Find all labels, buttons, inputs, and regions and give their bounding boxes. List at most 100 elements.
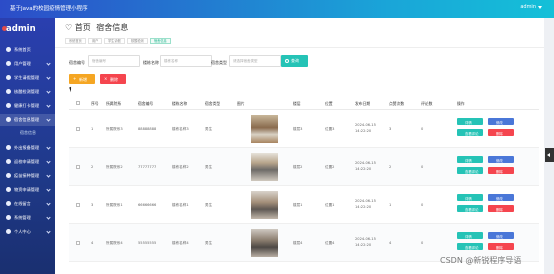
column-header: 发布日期	[355, 101, 371, 106]
cell-floor: 楼层3	[293, 127, 303, 131]
sidebar-item-leave[interactable]: 学生请假管理	[0, 72, 55, 84]
chevron-down-icon	[46, 173, 51, 178]
cell-index: 4	[91, 241, 94, 245]
delete-button[interactable]: × 删除	[100, 74, 126, 84]
chevron-down-icon	[46, 187, 51, 192]
breadcrumb-item[interactable]: 系统首页	[65, 38, 86, 44]
sidebar-item-test[interactable]: 核酸检测管理	[0, 86, 55, 98]
comment-button[interactable]: 查看评论	[457, 167, 483, 174]
row-delete-button[interactable]: 删除	[488, 205, 514, 212]
row-delete-button[interactable]: 删除	[488, 167, 514, 174]
breadcrumb-item[interactable]: 核酸检测	[127, 38, 148, 44]
detail-button[interactable]: 详情	[457, 156, 483, 163]
dorm-number-input[interactable]: 宿舍编号	[88, 55, 140, 67]
return-icon	[6, 159, 11, 164]
breadcrumb-item[interactable]: 用户	[88, 38, 103, 44]
cell-number: 77777777	[138, 165, 157, 169]
user-menu[interactable]: admin	[520, 4, 536, 10]
search-button[interactable]: 查询	[281, 55, 308, 67]
detail-button[interactable]: 详情	[457, 232, 483, 239]
select-all-checkbox[interactable]	[76, 101, 80, 105]
cell-dept: 所属院系1	[106, 203, 123, 207]
row-checkbox[interactable]	[76, 165, 80, 169]
home-icon	[6, 47, 11, 52]
cell-type: 男生	[205, 241, 213, 245]
heart-icon: ♡	[65, 23, 73, 32]
row-checkbox[interactable]	[76, 241, 80, 245]
gear-icon	[6, 215, 11, 220]
building-icon	[6, 117, 11, 122]
row-checkbox[interactable]	[76, 203, 80, 207]
dorm-photo	[251, 191, 278, 219]
filter-label: 楼栋名称	[143, 60, 159, 65]
cell-number: 88888888	[138, 127, 157, 131]
cell-index: 2	[91, 165, 94, 169]
comment-button[interactable]: 查看评论	[457, 205, 483, 212]
cell-dept: 所属院系2	[106, 165, 123, 169]
row-delete-button[interactable]: 删除	[488, 129, 514, 136]
cell-likes: 1	[389, 203, 392, 207]
chat-icon	[6, 201, 11, 206]
cell-position: 位置2	[325, 165, 335, 169]
row-checkbox[interactable]	[76, 127, 80, 131]
cell-likes: 4	[389, 241, 392, 245]
collapse-tab[interactable]	[545, 148, 554, 162]
user-icon	[6, 61, 11, 66]
edit-button[interactable]: 修改	[488, 156, 514, 163]
sidebar-subitem-dorm-info[interactable]: 宿舍信息	[20, 130, 36, 136]
cell-floor: 楼层1	[293, 203, 303, 207]
row-delete-button[interactable]: 删除	[488, 243, 514, 250]
breadcrumb-item[interactable]: 学生请假	[104, 38, 125, 44]
cell-date: 2024-06-15 14:22:20	[355, 199, 376, 209]
divider	[55, 47, 544, 48]
sidebar-item-supply[interactable]: 物资申请管理	[0, 184, 55, 196]
column-header: 宿舍编号	[138, 101, 154, 106]
edit-button[interactable]: 修改	[488, 194, 514, 201]
exit-icon	[6, 145, 11, 150]
column-header: 宿舍类型	[205, 101, 221, 106]
breadcrumb-item-active[interactable]: 宿舍信息	[150, 38, 171, 44]
sidebar-item-system[interactable]: 系统管理	[0, 212, 55, 224]
comment-button[interactable]: 查看评论	[457, 243, 483, 250]
box-icon	[6, 187, 11, 192]
sidebar-item-exit[interactable]: 外出报备管理	[0, 142, 55, 154]
right-gutter	[544, 18, 554, 274]
chevron-down-icon	[46, 215, 51, 220]
add-button[interactable]: + 新增	[69, 74, 95, 84]
sidebar-item-dorm[interactable]: 宿舍信息管理	[0, 114, 55, 126]
detail-button[interactable]: 详情	[457, 118, 483, 125]
person-icon	[6, 229, 11, 234]
sidebar-item-message[interactable]: 在线留言	[0, 198, 55, 210]
sidebar-item-vaccine[interactable]: 疫苗接种管理	[0, 170, 55, 182]
dorm-photo	[251, 115, 278, 143]
cell-position: 位置1	[325, 203, 335, 207]
arrow-left-icon	[547, 153, 550, 157]
column-header: 位置	[325, 101, 333, 106]
comment-button[interactable]: 查看评论	[457, 129, 483, 136]
brand: admin	[6, 24, 36, 34]
chevron-down-icon	[46, 229, 51, 234]
edit-button[interactable]: 修改	[488, 118, 514, 125]
sidebar-item-return[interactable]: 返校申请管理	[0, 156, 55, 168]
cell-comments: 0	[421, 241, 424, 245]
sidebar-item-users[interactable]: 用户管理	[0, 58, 55, 70]
chevron-down-icon	[46, 61, 51, 66]
filter-label: 宿舍类型	[211, 60, 227, 65]
sidebar-item-health[interactable]: 健康打卡管理	[0, 100, 55, 112]
cell-number: 55555555	[138, 241, 157, 245]
dorm-type-select[interactable]: 请选择宿舍类型	[229, 55, 281, 67]
building-name-input[interactable]: 楼栋名称	[160, 55, 212, 67]
cell-dept: 所属院系3	[106, 127, 123, 131]
edit-button[interactable]: 修改	[488, 232, 514, 239]
chevron-down-icon	[46, 201, 51, 206]
cell-index: 1	[91, 127, 94, 131]
top-bar: 基于Java的校园疫情管理小程序 admin	[0, 0, 554, 18]
cell-building: 楼栋名称4	[172, 241, 189, 245]
test-icon	[6, 89, 11, 94]
trash-icon: ×	[104, 76, 108, 81]
sidebar-item-profile[interactable]: 个人中心	[0, 226, 55, 238]
sidebar-item-home[interactable]: 系统首页	[0, 44, 55, 56]
detail-button[interactable]: 详情	[457, 194, 483, 201]
caret-down-icon[interactable]	[538, 6, 542, 9]
column-header: 序号	[91, 101, 99, 106]
